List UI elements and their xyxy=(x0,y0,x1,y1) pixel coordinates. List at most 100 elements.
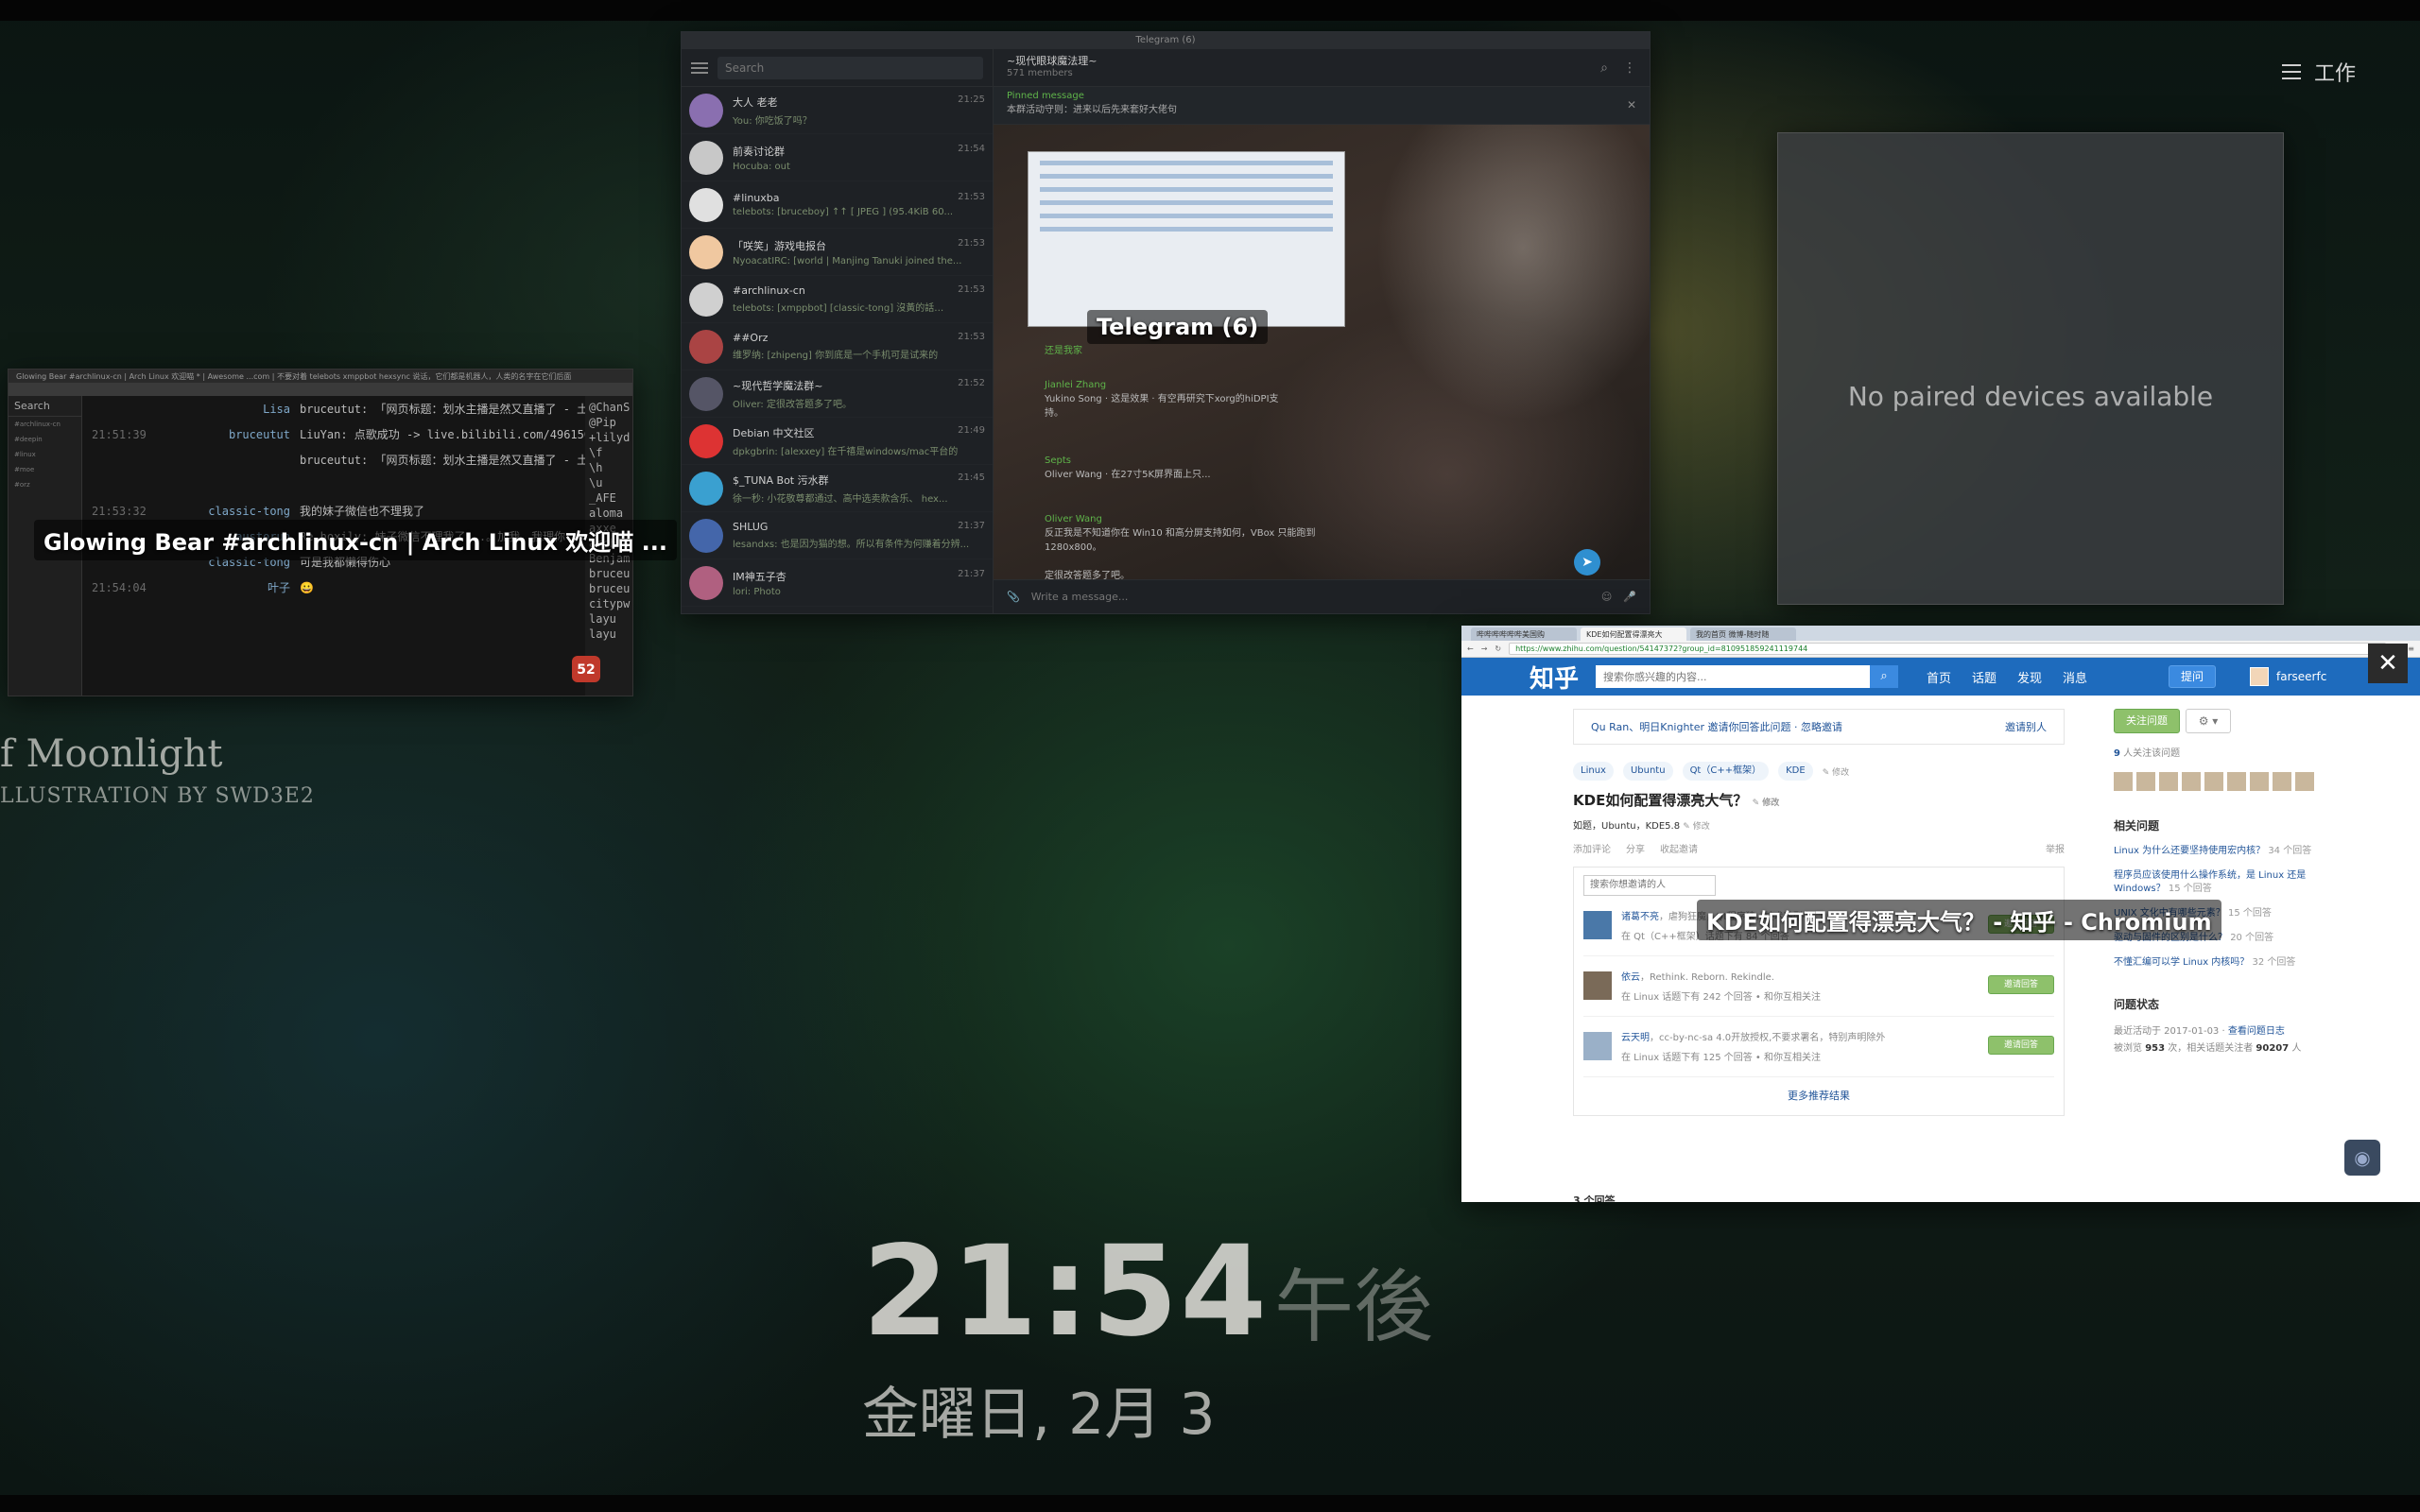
browser-tab-active[interactable]: KDE如何配置得漂亮大 xyxy=(1581,627,1686,641)
nicklist-user[interactable]: citypw xyxy=(589,596,630,611)
topic-tag[interactable]: Ubuntu xyxy=(1622,762,1673,781)
nicklist-user[interactable]: bruceu xyxy=(589,581,630,596)
nicklist-user[interactable]: bruceu xyxy=(589,566,630,581)
telegram-chat-item[interactable]: 大人 老老 21:25 You: 你吃饭了吗？ xyxy=(682,87,993,134)
candidate-bio: ，Rethink. Reborn. Rekindle. xyxy=(1640,972,1774,983)
nicklist-user[interactable]: _AFE xyxy=(589,490,629,506)
question-status-title: 问题状态 xyxy=(2114,998,2160,1011)
telegram-chat-item[interactable]: #archlinux-cn 21:53 telebots: [xmppbot] [c… xyxy=(682,276,993,323)
search-icon[interactable]: ⌕ xyxy=(1600,60,1608,76)
invite-answer-button[interactable]: 邀请回答 xyxy=(1988,974,2054,994)
candidate-name[interactable]: 依云 xyxy=(1621,972,1640,983)
zhihu-search-input[interactable] xyxy=(1596,665,1870,688)
nicklist-user[interactable]: layu xyxy=(589,627,629,642)
avatar[interactable] xyxy=(1583,1032,1612,1060)
telegram-chat-item[interactable]: $_TUNA Bot 污水群 21:45 徐一秒: 小花敬尊都通过、高中选卖款含乐、… xyxy=(682,465,993,512)
invite-text[interactable]: Qu Ran、明日Knighter 邀请你回答此问题 · 忽略邀请 xyxy=(1591,719,1842,734)
kdeconnect-window[interactable]: No paired devices available xyxy=(1777,132,2284,605)
search-icon[interactable]: ⌕ xyxy=(1870,665,1898,688)
pinned-message[interactable]: Pinned message 本群活动守则：进来以后先来套好大佬句 ✕ xyxy=(994,87,1650,125)
nicklist-user[interactable]: @Pip xyxy=(589,415,629,430)
nicklist-user[interactable]: +lilyd xyxy=(589,430,630,445)
more-icon[interactable]: ⋮ xyxy=(1623,60,1636,76)
telegram-chat-item[interactable]: ~现代哲学魔法群~ 21:52 Oliver: 定很改答题多了吧。 xyxy=(682,370,993,418)
clock-ampm: 午後 xyxy=(1274,1261,1434,1353)
irc-nick[interactable]: bruceutut xyxy=(186,428,290,441)
nav-messages[interactable]: 消息 xyxy=(2063,668,2087,686)
collapse-invite-link[interactable]: 收起邀请 xyxy=(1660,841,1698,855)
related-question[interactable]: 程序员应该使用什么操作系统，是 Linux 还是 Windows？ 15 个回答 xyxy=(2114,869,2341,896)
chat-name: ~现代哲学魔法群~ xyxy=(733,379,823,392)
menu-icon[interactable]: ≡ xyxy=(2408,644,2414,653)
topic-tag[interactable]: KDE xyxy=(1778,762,1813,781)
shared-screenshot-image[interactable] xyxy=(1028,151,1345,327)
ask-button[interactable]: 提问 xyxy=(2169,665,2216,688)
user-menu[interactable]: farseerfc xyxy=(2250,667,2326,686)
telegram-chat-item[interactable]: 「咲笑」游戏电报台 21:53 NyoacatIRC: [world | Manji… xyxy=(682,229,993,276)
nav-topics[interactable]: 话题 xyxy=(1972,668,1996,686)
zhihu-logo[interactable]: 知乎 xyxy=(1530,660,1596,695)
follow-question-button[interactable]: 关注问题 xyxy=(2114,709,2180,733)
message-input[interactable]: Write a message... xyxy=(1031,591,1590,603)
more-results-link[interactable]: 更多推荐结果 xyxy=(1583,1077,2054,1115)
microphone-icon[interactable]: 🎤 xyxy=(1623,591,1636,603)
question-log-link[interactable]: 查看问题日志 xyxy=(2228,1026,2285,1037)
pinned-label: Pinned message xyxy=(1007,91,1084,101)
candidate-name[interactable]: 诸葛不亮 xyxy=(1621,912,1659,922)
telegram-chat-item[interactable]: Debian 中文社区 21:49 dpkgbrin: [alexxey] 在千禧是… xyxy=(682,418,993,465)
telegram-members: 571 members xyxy=(1007,68,1073,78)
attach-icon[interactable]: 📎 xyxy=(1007,591,1020,603)
gear-icon[interactable]: ⚙ ▾ xyxy=(2186,709,2231,733)
nav-home[interactable]: 首页 xyxy=(1927,668,1951,686)
nicklist-user[interactable]: layu xyxy=(589,611,629,627)
telegram-menu-icon[interactable] xyxy=(691,61,708,74)
edit-description-link[interactable]: ✎ 修改 xyxy=(1683,822,1709,832)
close-icon[interactable]: ✕ xyxy=(1627,98,1636,112)
irc-nick[interactable]: 叶子 xyxy=(186,579,290,595)
related-question[interactable]: 不懂汇编可以学 Linux 内核吗？ 32 个回答 xyxy=(2114,956,2341,970)
edit-title-link[interactable]: ✎ 修改 xyxy=(1753,799,1780,808)
share-link[interactable]: 分享 xyxy=(1626,841,1645,855)
topic-tag[interactable]: Qt（C++框架） xyxy=(1682,762,1770,781)
add-comment-link[interactable]: 添加评论 xyxy=(1573,841,1611,855)
browser-tab[interactable]: 我的首页 微博-随时随 xyxy=(1690,627,1796,641)
glowingbear-search[interactable]: Search xyxy=(9,396,81,417)
report-link[interactable]: 举报 xyxy=(2046,841,2065,855)
reload-icon[interactable]: ↻ xyxy=(1495,644,1501,653)
invite-search-input[interactable] xyxy=(1583,874,1716,896)
nicklist-user[interactable]: \f xyxy=(589,445,629,460)
candidate-name[interactable]: 云天明 xyxy=(1621,1033,1650,1043)
forward-icon[interactable]: → xyxy=(1481,644,1488,653)
avatar[interactable] xyxy=(1583,911,1612,939)
nicklist-user[interactable]: aloma xyxy=(589,506,629,521)
zhihu-sidebar: 关注问题 ⚙ ▾ 9 人关注该问题 相关问题 Linux 为什么还要坚持使用宏内核… xyxy=(2114,709,2341,1057)
irc-nick[interactable]: classic-tong xyxy=(186,505,290,518)
related-question[interactable]: Linux 为什么还要坚持使用宏内核？ 34 个回答 xyxy=(2114,845,2341,858)
nicklist-user[interactable]: \h xyxy=(589,460,629,475)
telegram-scroll-button[interactable]: ➤ xyxy=(1574,549,1600,576)
nav-explore[interactable]: 发现 xyxy=(2017,668,2042,686)
topic-tag[interactable]: Linux xyxy=(1573,762,1614,781)
close-window-button[interactable]: ✕ xyxy=(2368,644,2408,683)
irc-nick[interactable]: Lisa xyxy=(186,403,290,416)
telegram-chat-item[interactable]: ##Orz 21:53 维罗纳: [zhipeng] 你到底是一个手机可是试来的 xyxy=(682,323,993,370)
nicklist-user[interactable]: @ChanS xyxy=(589,400,630,415)
avatar[interactable] xyxy=(1583,971,1612,1000)
message: Jianlei Zhang Yukino Song · 这是效果 · 有空再研究下… xyxy=(1045,380,1279,419)
emoji-icon[interactable]: ☺ xyxy=(1601,591,1612,603)
invite-answer-button[interactable]: 邀请回答 xyxy=(1988,1035,2054,1055)
browser-tab[interactable]: 哔哔哔哔哔哔美国购 xyxy=(1471,627,1577,641)
edit-tags-link[interactable]: ✎ 修改 xyxy=(1823,765,1849,778)
telegram-chat-item[interactable]: IM神五子杏 21:37 lori: Photo xyxy=(682,559,993,607)
url-bar[interactable]: https://www.zhihu.com/question/54147372?… xyxy=(1509,643,2387,655)
telegram-chat-item[interactable]: 前奏讨论群 21:54 Hocuba: out xyxy=(682,134,993,181)
telegram-search-input[interactable] xyxy=(717,56,983,79)
activities-switcher[interactable]: 工作 xyxy=(2281,57,2356,87)
telegram-chat-header: ~现代眼球魔法理~ 571 members ⌕ ⋮ xyxy=(994,49,1650,87)
nicklist-user[interactable]: \u xyxy=(589,475,629,490)
invite-others-link[interactable]: 邀请别人 xyxy=(2005,719,2047,734)
kdeconnect-message: No paired devices available xyxy=(1847,381,2214,412)
telegram-chat-item[interactable]: #linuxba 21:53 telebots: [bruceboy] ↑↑ [ J… xyxy=(682,181,993,229)
telegram-chat-item[interactable]: SHLUG 21:37 lesandxs: 也是因为猫的想。所以有条件为何赚着分辨.… xyxy=(682,512,993,559)
back-icon[interactable]: ← xyxy=(1467,644,1474,653)
